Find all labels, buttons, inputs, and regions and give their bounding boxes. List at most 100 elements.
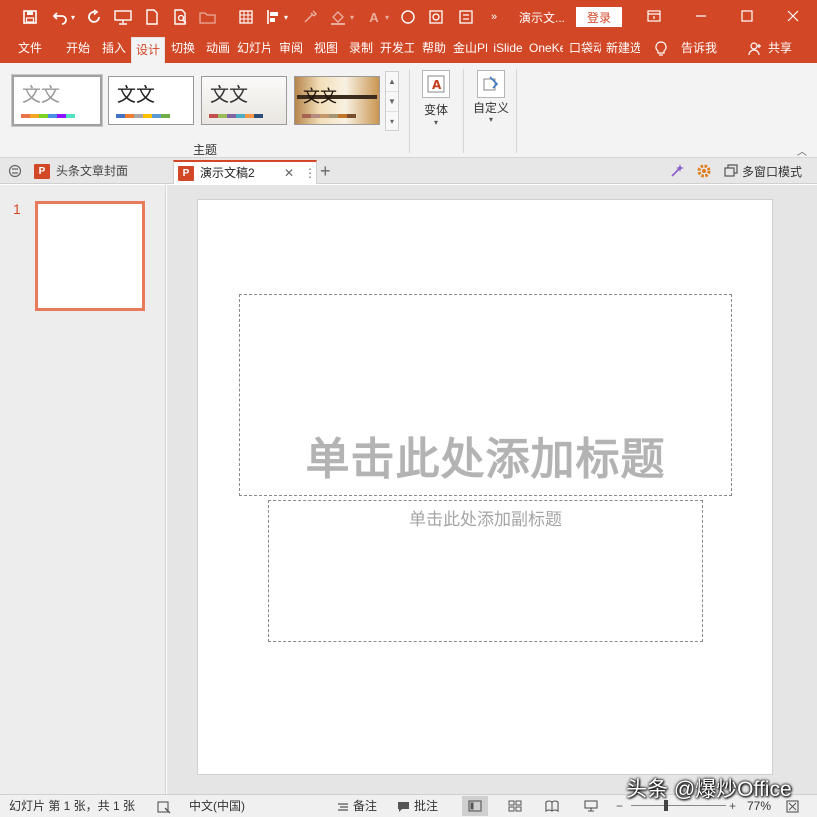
powerpoint-icon: P — [178, 166, 194, 182]
gallery-more-icon[interactable]: ▾ — [386, 112, 398, 132]
login-button[interactable]: 登录 — [576, 7, 622, 27]
multiwindow-icon[interactable] — [724, 162, 738, 180]
close-tab-icon[interactable]: ✕ — [284, 162, 294, 184]
zoom-slider[interactable] — [631, 805, 726, 806]
watermark: 头条 @爆炒Office — [626, 778, 792, 801]
title-placeholder[interactable]: 单击此处添加标题 — [239, 294, 732, 496]
tab-animations[interactable]: 动画 — [202, 34, 234, 63]
tab-view[interactable]: 视图 — [310, 34, 342, 63]
font-color-dropdown-icon[interactable]: ▾ — [382, 7, 392, 27]
normal-view-icon[interactable] — [462, 796, 488, 816]
lightbulb-icon[interactable] — [652, 34, 670, 63]
tab-insert[interactable]: 插入 — [98, 34, 130, 63]
tab-new-tab[interactable]: 新建选项卡 — [606, 34, 640, 63]
language-status[interactable]: 中文(中国) — [189, 798, 245, 815]
align-icon[interactable] — [263, 7, 283, 27]
tab-help[interactable]: 帮助 — [418, 34, 450, 63]
more-icon[interactable]: » — [484, 7, 504, 27]
comments-button[interactable]: 批注 — [414, 798, 438, 815]
customize-button[interactable]: 自定义 ▾ — [470, 68, 512, 134]
tell-me-search[interactable]: 告诉我 — [678, 34, 720, 63]
notes-button[interactable]: 备注 — [353, 798, 377, 815]
new-tab-button[interactable]: + — [320, 161, 331, 181]
undo-dropdown-icon[interactable]: ▾ — [68, 7, 78, 27]
tab-design[interactable]: 设计 — [131, 37, 165, 63]
document-tabs: P 头条文章封面 P 演示文稿2 ✕ ⋮ + 多窗口模式 — [0, 158, 817, 184]
variants-icon: A — [422, 70, 450, 98]
fill-dropdown-icon[interactable]: ▾ — [347, 7, 357, 27]
font-color-icon[interactable]: A — [364, 7, 384, 27]
variants-dropdown-icon: ▾ — [433, 118, 438, 127]
variants-button[interactable]: A 变体 ▾ — [415, 68, 457, 134]
grid-icon[interactable] — [236, 7, 256, 27]
notes-icon[interactable] — [337, 798, 349, 815]
document-title: 演示文... — [519, 11, 566, 25]
minimize-icon[interactable] — [688, 4, 714, 28]
theme-swatches — [21, 114, 75, 118]
print-preview-icon[interactable] — [171, 7, 191, 27]
tab-menu-icon[interactable]: ⋮ — [304, 162, 316, 184]
theme-sample-text: 文文 — [303, 87, 337, 107]
tab-developer[interactable]: 开发工具 — [380, 34, 414, 63]
collapse-ribbon-icon[interactable]: ︿ — [797, 143, 807, 158]
theme-facet[interactable]: 文文 — [201, 76, 287, 125]
tab-slideshow[interactable]: 幻灯片 — [237, 34, 270, 63]
tab-review[interactable]: 审阅 — [275, 34, 307, 63]
customize-toolbar-icon[interactable] — [456, 7, 476, 27]
comments-icon[interactable] — [397, 798, 410, 815]
tab-home[interactable]: 开始 — [58, 34, 98, 63]
tab-list-icon[interactable] — [8, 162, 22, 180]
maximize-icon[interactable] — [734, 4, 760, 28]
tab-record[interactable]: 录制 — [345, 34, 377, 63]
slide-sorter-view-icon[interactable] — [502, 796, 528, 816]
theme-swatches — [302, 114, 356, 118]
settings-gear-icon[interactable] — [696, 162, 712, 180]
multiwindow-mode-button[interactable]: 多窗口模式 — [742, 162, 802, 180]
slideshow-icon[interactable] — [113, 7, 133, 27]
selection-icon[interactable] — [426, 7, 446, 27]
gallery-scroll: ▲ ▼ ▾ — [385, 71, 399, 131]
slide-thumbnail[interactable] — [35, 201, 145, 311]
magic-wand-icon[interactable] — [669, 162, 685, 180]
open-icon[interactable] — [198, 7, 218, 27]
theme-sample-text: 文文 — [117, 84, 156, 106]
customize-icon — [477, 70, 505, 98]
tab-onekey[interactable]: OneKey — [529, 34, 563, 63]
accessibility-icon[interactable] — [157, 798, 171, 815]
theme-wood[interactable]: 文文 — [294, 76, 380, 125]
tab-kingsoft-pdf[interactable]: 金山PDF — [453, 34, 487, 63]
fill-icon[interactable] — [328, 7, 348, 27]
theme-swatches — [116, 114, 170, 118]
reading-view-icon[interactable] — [539, 796, 565, 816]
gallery-up-icon[interactable]: ▲ — [386, 72, 398, 92]
undo-icon[interactable] — [50, 7, 70, 27]
doc-tab-label: 头条文章封面 — [56, 164, 129, 178]
save-icon[interactable] — [20, 7, 40, 27]
gallery-down-icon[interactable]: ▼ — [386, 92, 398, 112]
tab-islide[interactable]: iSlide — [491, 34, 525, 63]
theme-office[interactable]: 文文 — [11, 74, 103, 127]
share-button[interactable]: 共享 — [765, 34, 795, 63]
new-file-icon[interactable] — [142, 7, 162, 27]
align-dropdown-icon[interactable]: ▾ — [281, 7, 291, 27]
slideshow-view-icon[interactable] — [578, 796, 604, 816]
shape-icon[interactable] — [398, 7, 418, 27]
eyedropper-icon[interactable] — [300, 7, 320, 27]
theme-classic[interactable]: 文文 — [108, 76, 194, 125]
redo-icon[interactable] — [84, 7, 104, 27]
ribbon-display-icon[interactable] — [641, 4, 667, 28]
customize-label: 自定义 — [472, 101, 509, 115]
theme-sample-text: 文文 — [22, 84, 61, 106]
close-icon[interactable] — [780, 4, 806, 28]
slide[interactable]: 单击此处添加标题 单击此处添加副标题 — [197, 199, 773, 775]
doc-tab-cover[interactable]: P 头条文章封面 — [30, 160, 172, 184]
share-person-icon[interactable] — [746, 34, 764, 63]
tab-file[interactable]: 文件 — [10, 34, 50, 63]
tab-pocket-animation[interactable]: 口袋动画 — [569, 34, 601, 63]
tab-transitions[interactable]: 切换 — [167, 34, 199, 63]
doc-tab-presentation2[interactable]: P 演示文稿2 ✕ ⋮ — [173, 160, 317, 184]
theme-swatches — [209, 114, 263, 118]
zoom-out-icon[interactable]: − — [616, 798, 623, 815]
variants-label: 变体 — [423, 103, 448, 117]
subtitle-placeholder[interactable]: 单击此处添加副标题 — [268, 500, 703, 642]
